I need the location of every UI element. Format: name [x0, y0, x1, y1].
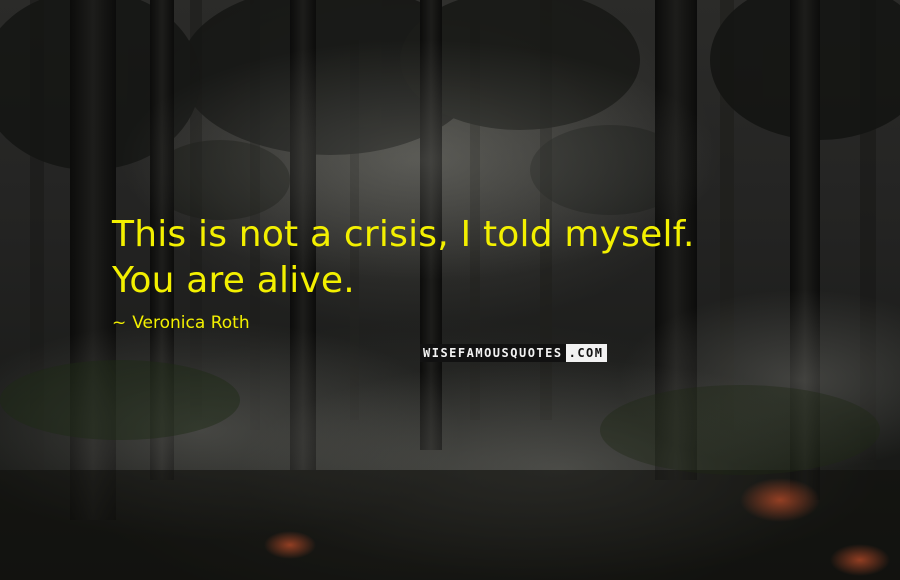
- quote-author: ~ Veronica Roth: [112, 313, 250, 333]
- quote-text: This is not a crisis, I told myself. You…: [112, 212, 832, 304]
- author-name: Veronica Roth: [132, 313, 250, 333]
- quote-line-2: You are alive.: [112, 260, 355, 301]
- author-tilde: ~: [112, 313, 127, 333]
- site-watermark: WISEFAMOUSQUOTES .COM: [420, 344, 607, 362]
- quote-image: This is not a crisis, I told myself. You…: [0, 0, 900, 580]
- quote-line-1: This is not a crisis, I told myself.: [112, 214, 695, 255]
- watermark-brand: WISEFAMOUSQUOTES: [420, 344, 566, 362]
- watermark-domain: .COM: [565, 344, 607, 362]
